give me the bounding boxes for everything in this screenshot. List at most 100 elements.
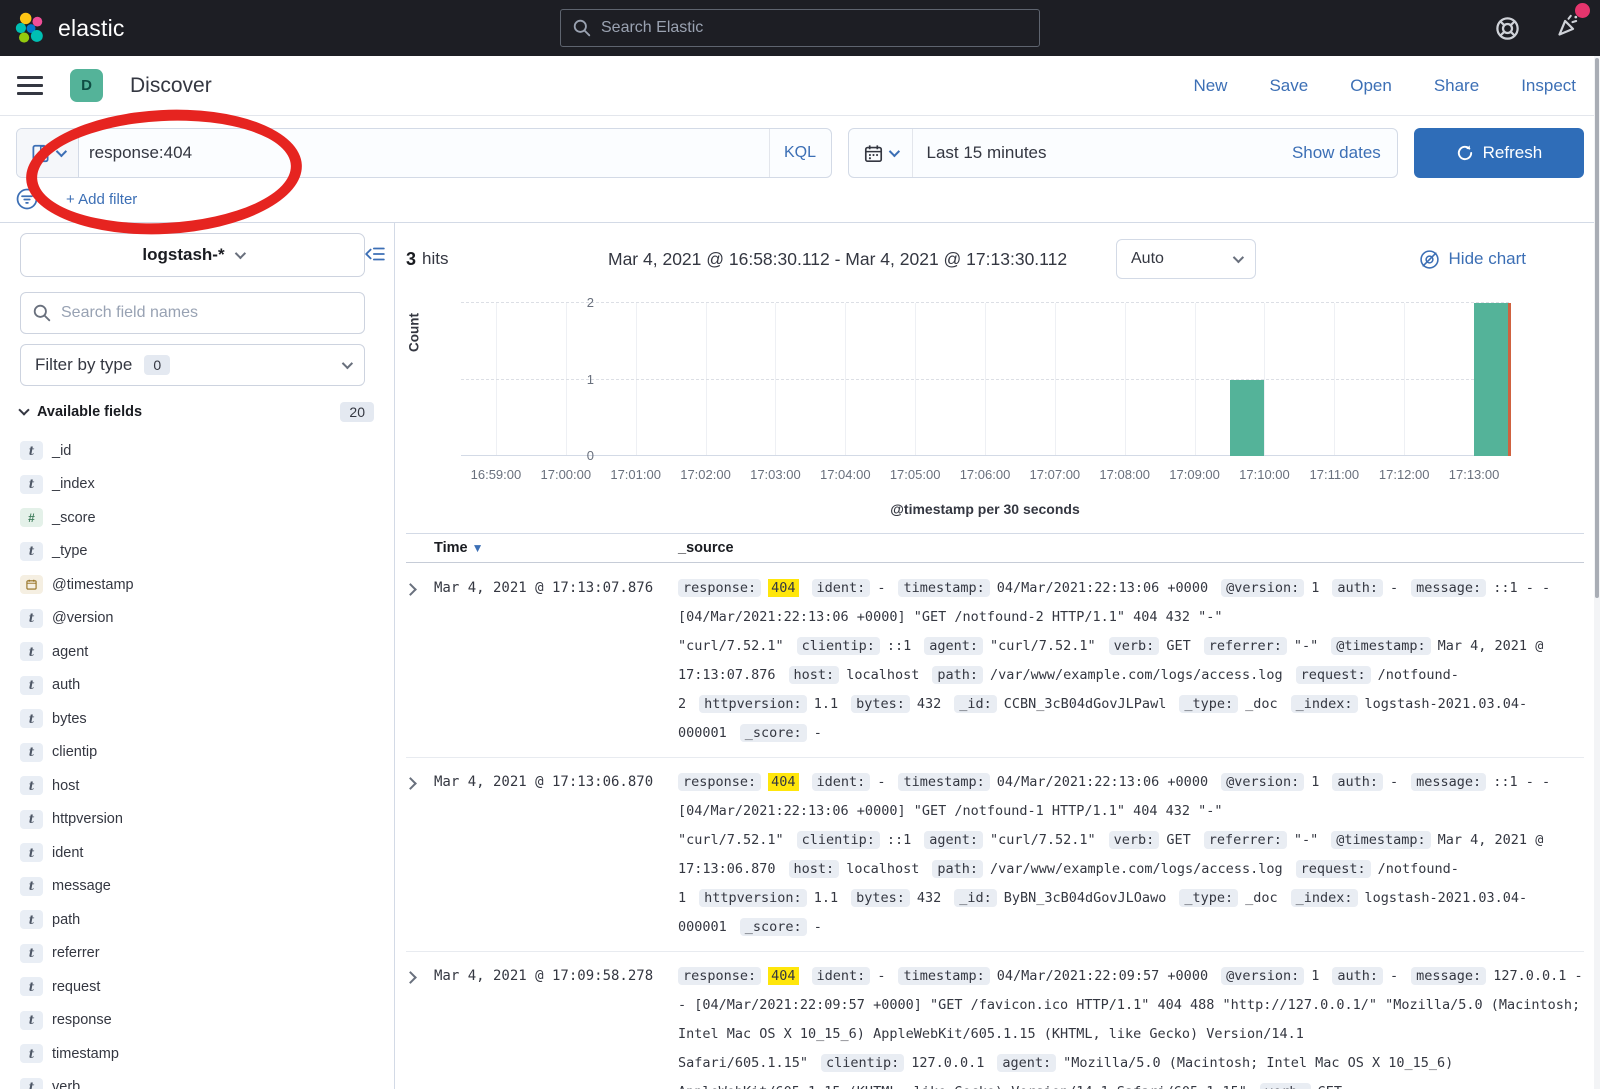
- top-nav-actions: New Save Open Share Inspect: [1193, 76, 1576, 96]
- table-row: Mar 4, 2021 @ 17:09:58.278response:404id…: [406, 952, 1584, 1089]
- histogram-chart[interactable]: Count 012 16:59:0017:00:0017:01:0017:02:…: [396, 289, 1600, 529]
- field-name: bytes: [52, 711, 87, 727]
- y-tick-label: 1: [564, 372, 594, 387]
- field-name-badge: response:: [678, 579, 761, 597]
- field-name-badge: _score:: [740, 918, 807, 936]
- refresh-button[interactable]: Refresh: [1414, 128, 1584, 178]
- field-item-message[interactable]: tmessage: [20, 870, 374, 904]
- field-item-auth[interactable]: tauth: [20, 669, 374, 703]
- field-item-response[interactable]: tresponse: [20, 1004, 374, 1038]
- expand-toggle[interactable]: [406, 574, 434, 748]
- histogram-bar[interactable]: [1230, 380, 1265, 457]
- field-value: GET: [1166, 638, 1190, 654]
- interval-select[interactable]: Auto: [1116, 239, 1256, 279]
- field-search-input[interactable]: Search field names: [20, 292, 365, 334]
- field-name-badge: timestamp:: [898, 773, 989, 791]
- histogram-bar[interactable]: [1474, 303, 1509, 456]
- nav-action-new[interactable]: New: [1193, 76, 1227, 96]
- field-item-_score[interactable]: #_score: [20, 501, 374, 535]
- time-range-value[interactable]: Last 15 minutes: [913, 143, 1292, 163]
- scrollbar[interactable]: [1594, 56, 1600, 1089]
- help-icon[interactable]: [1494, 15, 1521, 42]
- field-name: clientip: [52, 744, 97, 760]
- string-field-icon: t: [20, 1078, 43, 1089]
- nav-action-open[interactable]: Open: [1350, 76, 1392, 96]
- field-item-@timestamp[interactable]: @timestamp: [20, 568, 374, 602]
- space-avatar[interactable]: D: [70, 69, 103, 102]
- x-tick-label: 16:59:00: [471, 467, 522, 482]
- gridline-vertical: [1404, 303, 1405, 456]
- field-item-_id[interactable]: t_id: [20, 434, 374, 468]
- field-search-placeholder: Search field names: [61, 304, 198, 322]
- field-item-path[interactable]: tpath: [20, 903, 374, 937]
- x-axis-ticks: 16:59:0017:00:0017:01:0017:02:0017:03:00…: [461, 467, 1509, 485]
- field-name-badge: request:: [1296, 860, 1371, 878]
- field-name-badge: verb:: [1109, 637, 1160, 655]
- datepicker-calendar-button[interactable]: [849, 129, 913, 177]
- string-field-icon: t: [20, 441, 43, 460]
- refresh-label: Refresh: [1483, 143, 1543, 163]
- saved-query-button[interactable]: [17, 129, 79, 177]
- field-value: "-": [1294, 638, 1318, 654]
- add-filter-button[interactable]: + Add filter: [66, 191, 137, 208]
- field-value: -: [877, 774, 885, 790]
- nav-action-share[interactable]: Share: [1434, 76, 1479, 96]
- query-input[interactable]: response:404: [79, 129, 769, 177]
- field-name: host: [52, 778, 79, 794]
- field-item-httpversion[interactable]: thttpversion: [20, 803, 374, 837]
- x-tick-label: 17:11:00: [1310, 467, 1360, 482]
- field-name-badge: message:: [1411, 967, 1486, 985]
- field-name-badge: host:: [789, 666, 840, 684]
- column-header-time[interactable]: Time▼: [434, 540, 678, 556]
- menu-hamburger-icon[interactable]: [17, 76, 43, 95]
- field-item-_type[interactable]: t_type: [20, 535, 374, 569]
- expand-toggle[interactable]: [406, 768, 434, 942]
- filter-by-type-count: 0: [144, 355, 170, 375]
- string-field-icon: t: [20, 776, 43, 795]
- field-name: ident: [52, 845, 83, 861]
- chart-time-range: Mar 4, 2021 @ 16:58:30.112 - Mar 4, 2021…: [608, 249, 1067, 270]
- field-item-@version[interactable]: t@version: [20, 602, 374, 636]
- available-fields-label: Available fields: [37, 404, 331, 420]
- field-item-verb[interactable]: tverb: [20, 1071, 374, 1089]
- newsfeed-button[interactable]: [1555, 12, 1582, 44]
- available-fields-header[interactable]: Available fields 20: [20, 402, 374, 422]
- string-field-icon: t: [20, 843, 43, 862]
- chart-plot-area: [461, 303, 1509, 456]
- field-value: ::1: [887, 638, 911, 654]
- global-search-input[interactable]: Search Elastic: [560, 9, 1040, 47]
- field-item-agent[interactable]: tagent: [20, 635, 374, 669]
- field-value: ByBN_3cB04dGovJLOawo: [1004, 890, 1167, 906]
- collapse-sidebar-icon[interactable]: [364, 243, 386, 265]
- filter-icon[interactable]: [16, 188, 38, 210]
- field-item-ident[interactable]: tident: [20, 836, 374, 870]
- field-item-timestamp[interactable]: ttimestamp: [20, 1037, 374, 1071]
- expand-toggle[interactable]: [406, 962, 434, 1089]
- field-value: 1.1: [814, 696, 838, 712]
- field-value: 1: [1311, 968, 1319, 984]
- hide-chart-button[interactable]: Hide chart: [1419, 249, 1526, 270]
- field-item-_index[interactable]: t_index: [20, 468, 374, 502]
- field-value: -: [1390, 968, 1398, 984]
- field-item-clientip[interactable]: tclientip: [20, 736, 374, 770]
- field-name-badge: clientip:: [821, 1054, 904, 1072]
- field-item-host[interactable]: thost: [20, 769, 374, 803]
- query-language-button[interactable]: KQL: [769, 129, 831, 177]
- x-tick-label: 17:12:00: [1379, 467, 1430, 482]
- field-value: 127.0.0.1: [911, 1055, 984, 1071]
- string-field-icon: t: [20, 944, 43, 963]
- x-tick-label: 17:00:00: [540, 467, 591, 482]
- nav-action-inspect[interactable]: Inspect: [1521, 76, 1576, 96]
- index-pattern-selector[interactable]: logstash-*: [20, 233, 365, 277]
- show-dates-button[interactable]: Show dates: [1292, 143, 1397, 163]
- field-name-badge: httpversion:: [699, 695, 807, 713]
- global-header: elastic Search Elastic: [0, 0, 1600, 56]
- field-item-request[interactable]: trequest: [20, 970, 374, 1004]
- y-axis-title: Count: [407, 313, 422, 352]
- nav-action-save[interactable]: Save: [1269, 76, 1308, 96]
- scrollbar-thumb[interactable]: [1595, 58, 1599, 598]
- field-item-bytes[interactable]: tbytes: [20, 702, 374, 736]
- field-name-badge: message:: [1411, 773, 1486, 791]
- filter-by-type-dropdown[interactable]: Filter by type 0: [20, 344, 365, 386]
- field-item-referrer[interactable]: treferrer: [20, 937, 374, 971]
